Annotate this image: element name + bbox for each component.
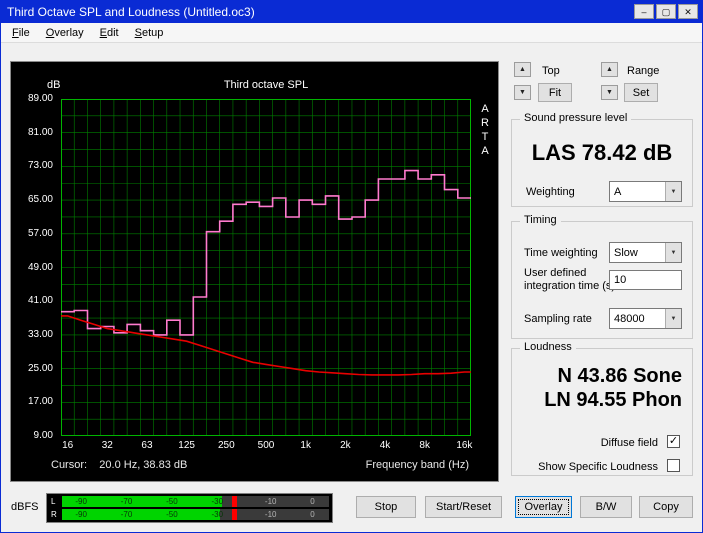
range-down-button[interactable]: ▼ bbox=[601, 85, 618, 100]
right-meter-track: -90 -70 -50 -30 -10 0 bbox=[62, 509, 329, 520]
top-down-button[interactable]: ▼ bbox=[514, 85, 531, 100]
loudness-ln-reading: LN 94.55 Phon bbox=[544, 389, 682, 411]
loudness-n-reading: N 43.86 Sone bbox=[557, 365, 682, 387]
left-meter-track: -90 -70 -50 -30 -10 0 bbox=[62, 496, 329, 507]
title-bar: Third Octave SPL and Loudness (Untitled.… bbox=[1, 1, 702, 23]
range-label: Range bbox=[627, 65, 660, 77]
weighting-value: A bbox=[614, 185, 622, 198]
minimize-button[interactable]: – bbox=[634, 4, 654, 19]
specific-loudness-checkbox[interactable] bbox=[667, 459, 680, 472]
sampling-rate-label: Sampling rate bbox=[524, 313, 592, 325]
menu-setup[interactable]: Setup bbox=[127, 24, 172, 42]
check-icon: ✓ bbox=[668, 435, 679, 447]
fit-button[interactable]: Fit bbox=[538, 83, 572, 102]
chart-panel: dB Third octave SPL 89.00 81.00 73.00 65.00… bbox=[10, 61, 499, 482]
loudness-group-title: Loudness bbox=[520, 341, 576, 353]
menu-overlay[interactable]: Overlay bbox=[38, 24, 92, 42]
set-button[interactable]: Set bbox=[624, 83, 658, 102]
integration-label-line2: integration time (s) bbox=[524, 280, 616, 292]
chart-title: Third octave SPL bbox=[223, 79, 309, 91]
right-channel-label: R bbox=[51, 510, 57, 519]
specific-loudness-label: Show Specific Loudness bbox=[538, 461, 658, 473]
timing-group-title: Timing bbox=[520, 214, 561, 226]
chevron-down-icon: ▼ bbox=[665, 182, 681, 201]
dbfs-label: dBFS bbox=[11, 501, 39, 513]
integration-label-line1: User defined bbox=[524, 267, 587, 279]
spl-chart[interactable] bbox=[61, 99, 471, 436]
diffuse-field-checkbox[interactable]: ✓ bbox=[667, 435, 680, 448]
top-label: Top bbox=[542, 65, 560, 77]
sampling-rate-value: 48000 bbox=[614, 312, 645, 325]
cursor-readout: Cursor: 20.0 Hz, 38.83 dB bbox=[51, 459, 188, 471]
meter-row-L: L -90 -70 -50 -30 -10 0 bbox=[49, 496, 330, 507]
time-weighting-label: Time weighting bbox=[524, 247, 598, 259]
diffuse-field-label: Diffuse field bbox=[600, 437, 658, 449]
chevron-down-icon: ▼ bbox=[665, 309, 681, 328]
time-weighting-value: Slow bbox=[614, 246, 638, 259]
range-up-button[interactable]: ▲ bbox=[601, 62, 618, 77]
bw-button[interactable]: B/W bbox=[580, 496, 632, 518]
x-axis-label: Frequency band (Hz) bbox=[365, 459, 469, 471]
top-up-button[interactable]: ▲ bbox=[514, 62, 531, 77]
window-title: Third Octave SPL and Loudness (Untitled.… bbox=[7, 5, 255, 19]
copy-button[interactable]: Copy bbox=[639, 496, 693, 518]
left-channel-label: L bbox=[51, 497, 56, 506]
x-axis-ticks: 16 32 63 125 250 500 1k 2k 4k 8k 16k bbox=[62, 440, 473, 451]
menu-edit[interactable]: Edit bbox=[92, 24, 127, 42]
meter-row-R: R -90 -70 -50 -30 -10 0 bbox=[49, 509, 330, 520]
y-axis-unit: dB bbox=[47, 79, 61, 91]
spl-group-title: Sound pressure level bbox=[520, 112, 632, 124]
weighting-select[interactable]: A ▼ bbox=[609, 181, 682, 202]
arta-watermark: ARTA bbox=[481, 103, 489, 157]
right-meter-scale: -90 -70 -50 -30 -10 0 bbox=[75, 510, 315, 519]
timing-group: Timing Time weighting Slow ▼ User define… bbox=[511, 214, 693, 339]
caption-buttons: – ▢ ✕ bbox=[632, 4, 698, 19]
loudness-group: Loudness N 43.86 Sone LN 94.55 Phon Diff… bbox=[511, 341, 693, 476]
menu-file[interactable]: File bbox=[4, 24, 38, 42]
weighting-label: Weighting bbox=[526, 186, 575, 198]
start-reset-button[interactable]: Start/Reset bbox=[425, 496, 502, 518]
stop-button[interactable]: Stop bbox=[356, 496, 416, 518]
menu-bar: File Overlay Edit Setup bbox=[1, 23, 702, 43]
integration-time-input[interactable] bbox=[609, 270, 682, 290]
chevron-down-icon: ▼ bbox=[665, 243, 681, 262]
level-meter: L -90 -70 -50 -30 -10 0 R -90 -70 -50 -30 -10 0 bbox=[46, 493, 333, 523]
overlay-button[interactable]: Overlay bbox=[515, 496, 572, 518]
time-weighting-select[interactable]: Slow ▼ bbox=[609, 242, 682, 263]
sampling-rate-select[interactable]: 48000 ▼ bbox=[609, 308, 682, 329]
close-button[interactable]: ✕ bbox=[678, 4, 698, 19]
maximize-button[interactable]: ▢ bbox=[656, 4, 676, 19]
left-meter-scale: -90 -70 -50 -30 -10 0 bbox=[75, 497, 315, 506]
app-window: Third Octave SPL and Loudness (Untitled.… bbox=[0, 0, 703, 533]
y-axis-ticks: 89.00 81.00 73.00 65.00 57.00 49.00 41.00 33.00… bbox=[27, 93, 53, 441]
spl-reading: LAS 78.42 dB bbox=[531, 140, 673, 165]
spl-group: Sound pressure level LAS 78.42 dB Weight… bbox=[511, 112, 693, 207]
